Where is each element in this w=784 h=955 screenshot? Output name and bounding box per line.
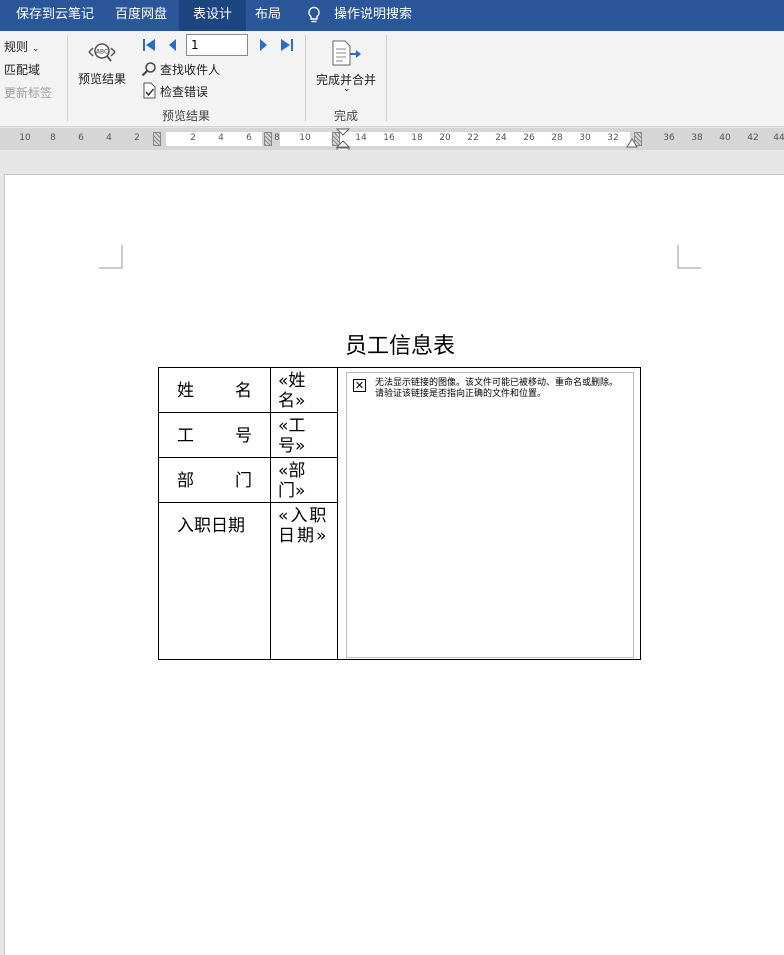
ribbon-separator bbox=[305, 35, 306, 121]
preview-results-group-label: 预览结果 bbox=[162, 109, 211, 123]
last-record-icon[interactable] bbox=[280, 38, 294, 52]
merge-field-department[interactable]: «部门» bbox=[270, 457, 338, 503]
ribbon-toolbar: 规则 ⌄ 匹配域 更新标签 ABC 预览结果 1 查找收件人 检查错误 预览结果… bbox=[0, 31, 784, 127]
update-labels-button[interactable]: 更新标签 bbox=[4, 84, 52, 101]
margin-corner-mark bbox=[99, 245, 123, 269]
finish-group-label: 完成 bbox=[334, 109, 359, 123]
merge-field-id[interactable]: «工号» bbox=[270, 412, 338, 458]
label-cell[interactable]: 部 门 bbox=[158, 457, 271, 503]
horizontal-ruler[interactable]: 10 8 6 4 2 2 4 6 8 10 14 16 18 20 22 24 … bbox=[0, 128, 784, 155]
abc-preview-icon: ABC bbox=[88, 43, 116, 62]
photo-cell[interactable]: ✕ 无法显示链接的图像。该文件可能已被移动、重命名或删除。请验证该链接是否指向正… bbox=[337, 367, 641, 660]
tab-baidu-netdisk[interactable]: 百度网盘 bbox=[101, 0, 181, 31]
ribbon-separator bbox=[67, 35, 68, 121]
tab-save-to-cloud-note[interactable]: 保存到云笔记 bbox=[2, 0, 108, 31]
match-fields-button[interactable]: 匹配域 bbox=[4, 61, 40, 78]
check-errors-button[interactable]: 检查错误 bbox=[141, 82, 241, 100]
first-record-icon[interactable] bbox=[142, 38, 156, 52]
chevron-down-icon: ⌄ bbox=[31, 44, 40, 54]
next-record-icon[interactable] bbox=[256, 38, 270, 52]
record-number-input[interactable]: 1 bbox=[186, 34, 248, 56]
label-cell[interactable]: 姓 名 bbox=[158, 367, 271, 413]
tab-layout[interactable]: 布局 bbox=[241, 0, 295, 31]
broken-image-placeholder[interactable]: ✕ 无法显示链接的图像。该文件可能已被移动、重命名或删除。请验证该链接是否指向正… bbox=[346, 372, 634, 658]
ribbon-tab-bar: 保存到云笔记 百度网盘 表设计 布局 操作说明搜索 bbox=[0, 0, 784, 31]
rules-button[interactable]: 规则 ⌄ bbox=[4, 38, 39, 55]
magnifier-icon bbox=[141, 62, 156, 77]
broken-image-message: 无法显示链接的图像。该文件可能已被移动、重命名或删除。请验证该链接是否指向正确的… bbox=[375, 378, 619, 399]
preview-results-button[interactable]: ABC 预览结果 bbox=[76, 39, 128, 89]
check-document-icon bbox=[143, 82, 156, 99]
chevron-down-icon: ⌄ bbox=[343, 84, 351, 94]
previous-record-icon[interactable] bbox=[166, 38, 180, 52]
employee-info-table[interactable]: 姓 名 «姓名» ✕ 无法显示链接的图像。该文件可能已被移动、重命名或删除。请验… bbox=[158, 367, 641, 660]
ribbon-separator bbox=[386, 35, 387, 121]
finish-and-merge-button[interactable]: 完成并合并 ⌄ bbox=[312, 37, 382, 103]
svg-text:ABC: ABC bbox=[96, 49, 108, 56]
merge-field-name[interactable]: «姓名» bbox=[270, 367, 338, 413]
tab-table-design[interactable]: 表设计 bbox=[179, 0, 247, 31]
merge-field-hire-date[interactable]: «入职日期» bbox=[270, 502, 338, 660]
document-title[interactable]: 员工信息表 bbox=[300, 328, 500, 360]
find-recipient-button[interactable]: 查找收件人 bbox=[141, 60, 241, 78]
column-marker-icon[interactable] bbox=[264, 132, 272, 146]
tell-me-search[interactable]: 操作说明搜索 bbox=[320, 0, 426, 31]
table-row: 姓 名 «姓名» ✕ 无法显示链接的图像。该文件可能已被移动、重命名或删除。请验… bbox=[158, 367, 641, 660]
label-cell[interactable]: 入职日期 bbox=[158, 502, 271, 660]
broken-image-icon: ✕ bbox=[353, 379, 366, 392]
margin-corner-mark bbox=[677, 245, 701, 269]
label-cell[interactable]: 工 号 bbox=[158, 412, 271, 458]
column-marker-icon[interactable] bbox=[153, 132, 161, 146]
right-indent-icon[interactable] bbox=[626, 138, 638, 148]
finish-merge-icon bbox=[332, 40, 361, 66]
